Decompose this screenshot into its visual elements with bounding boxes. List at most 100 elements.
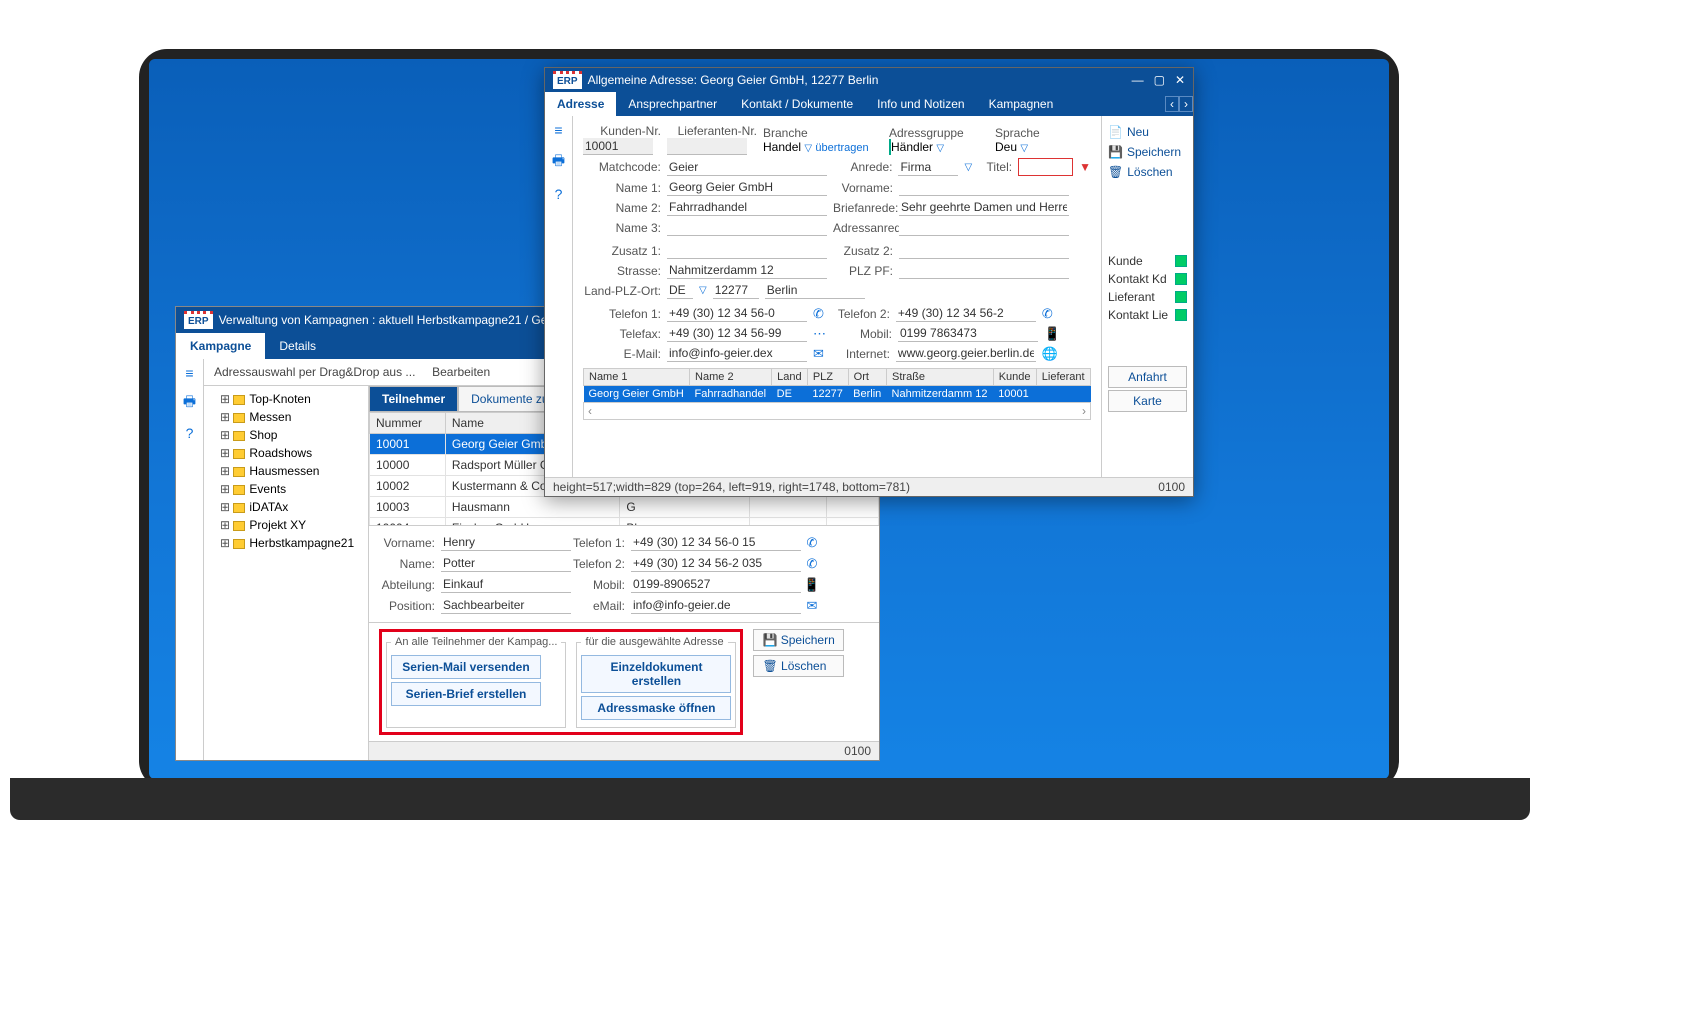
serien-brief-button[interactable]: Serien-Brief erstellen <box>391 682 541 706</box>
briefanrede-field[interactable] <box>899 199 1069 216</box>
tab-adresse[interactable]: Adresse <box>545 92 616 116</box>
minimize-icon[interactable]: — <box>1132 73 1144 87</box>
mail-icon[interactable]: ✉ <box>801 598 823 614</box>
help-icon[interactable]: ? <box>555 186 563 202</box>
print-icon[interactable]: 🖶 <box>183 391 196 415</box>
zusatz2-field[interactable] <box>899 242 1069 259</box>
close-icon[interactable]: ✕ <box>1175 73 1185 87</box>
kundennr-field[interactable] <box>583 138 653 155</box>
col-nummer[interactable]: Nummer <box>370 413 446 434</box>
tree-item[interactable]: Projekt XY <box>208 516 364 534</box>
dropdown-icon[interactable]: ▽ <box>936 143 944 154</box>
scroll-right-icon[interactable]: › <box>1082 404 1086 418</box>
vorname-field[interactable] <box>441 534 571 551</box>
menu-bearbeiten[interactable]: Bearbeiten <box>432 365 490 379</box>
mobile-icon[interactable]: 📱 <box>1044 326 1060 342</box>
name3-field[interactable] <box>667 219 827 236</box>
speichern-button[interactable]: 💾 Speichern <box>753 629 843 651</box>
zusatz1-field[interactable] <box>667 242 827 259</box>
tree-item[interactable]: Shop <box>208 426 364 444</box>
adressanrede-field[interactable] <box>899 219 1069 236</box>
email-field[interactable] <box>667 345 807 362</box>
anfahrt-button[interactable]: Anfahrt <box>1108 366 1187 388</box>
position-field[interactable] <box>441 597 571 614</box>
tab-kontakt[interactable]: Kontakt / Dokumente <box>729 92 865 116</box>
phone-icon[interactable]: ✆ <box>801 556 823 572</box>
phone-icon[interactable]: ✆ <box>801 535 823 551</box>
subtab-teilnehmer[interactable]: Teilnehmer <box>369 386 458 412</box>
address-related-grid[interactable]: Name 1Name 2LandPLZOrtStraßeKundeLiefera… <box>583 368 1091 420</box>
mobil-field[interactable] <box>898 325 1038 342</box>
ort-field[interactable] <box>765 282 865 299</box>
matchcode-field[interactable] <box>667 159 827 176</box>
karte-button[interactable]: Karte <box>1108 390 1187 412</box>
tab-scroll-left-icon[interactable]: ‹ <box>1165 96 1179 112</box>
lieferantennr-field[interactable] <box>667 138 747 155</box>
abteilung-field[interactable] <box>441 576 571 593</box>
menu-icon[interactable]: ≡ <box>185 365 193 381</box>
more-icon[interactable]: ⋯ <box>813 326 826 342</box>
print-icon[interactable]: 🖶 <box>552 150 565 174</box>
kunde-checkbox[interactable] <box>1175 255 1187 267</box>
table-row[interactable]: Georg Geier GmbHFahrradhandelDE12277Berl… <box>584 386 1091 403</box>
serien-mail-button[interactable]: Serien-Mail versenden <box>391 655 541 679</box>
tree-item[interactable]: Top-Knoten <box>208 390 364 408</box>
phone-icon[interactable]: ✆ <box>1042 306 1053 322</box>
dropdown-icon[interactable]: ▽ <box>804 143 812 154</box>
menu-adressauswahl[interactable]: Adressauswahl per Drag&Drop aus ... <box>214 365 415 379</box>
name-field[interactable] <box>441 555 571 572</box>
scroll-left-icon[interactable]: ‹ <box>588 404 592 418</box>
adressmaske-button[interactable]: Adressmaske öffnen <box>581 696 731 720</box>
loeschen-button[interactable]: 🗑 Löschen <box>753 655 843 677</box>
internet-field[interactable] <box>896 345 1036 362</box>
tel1-field[interactable] <box>631 534 801 551</box>
email-field[interactable] <box>631 597 801 614</box>
tree-item[interactable]: Roadshows <box>208 444 364 462</box>
speichern-button[interactable]: 💾 Speichern <box>1108 142 1187 162</box>
mail-icon[interactable]: ✉ <box>813 346 824 362</box>
table-row[interactable]: 10003HausmannG <box>370 497 879 518</box>
tree-item[interactable]: Hausmessen <box>208 462 364 480</box>
name2-field[interactable] <box>667 199 827 216</box>
plz-field[interactable] <box>713 282 759 299</box>
mobil-field[interactable] <box>631 576 801 593</box>
neu-button[interactable]: 📄 Neu <box>1108 122 1187 142</box>
help-icon[interactable]: ? <box>186 425 194 441</box>
tree-item[interactable]: Herbstkampagne21 <box>208 534 364 552</box>
lieferant-checkbox[interactable] <box>1175 291 1187 303</box>
tree-item[interactable]: Messen <box>208 408 364 426</box>
telefon1-field[interactable] <box>667 305 807 322</box>
kontakt-kd-checkbox[interactable] <box>1175 273 1187 285</box>
tab-kampagne[interactable]: Kampagne <box>176 333 265 359</box>
land-field[interactable] <box>667 282 693 299</box>
dropdown-icon[interactable]: ▽ <box>1020 143 1028 154</box>
anrede-field[interactable] <box>898 159 958 176</box>
mobile-icon[interactable]: 📱 <box>801 577 823 593</box>
tab-details[interactable]: Details <box>265 333 330 359</box>
dropdown-icon[interactable]: ▼ <box>1079 160 1091 174</box>
maximize-icon[interactable]: ▢ <box>1154 73 1165 87</box>
vorname-field[interactable] <box>899 179 1069 196</box>
titel-field[interactable] <box>1018 158 1073 176</box>
tree-item[interactable]: iDATAx <box>208 498 364 516</box>
plzpf-field[interactable] <box>899 262 1069 279</box>
telefax-field[interactable] <box>667 325 807 342</box>
tel2-field[interactable] <box>631 555 801 572</box>
dropdown-icon[interactable]: ▽ <box>699 285 707 296</box>
kontakt-lie-checkbox[interactable] <box>1175 309 1187 321</box>
tab-kampagnen[interactable]: Kampagnen <box>977 92 1066 116</box>
menu-icon[interactable]: ≡ <box>554 122 562 138</box>
einzeldokument-button[interactable]: Einzeldokument erstellen <box>581 655 731 693</box>
address-titlebar[interactable]: ERP Allgemeine Adresse: Georg Geier GmbH… <box>545 68 1193 92</box>
tab-ansprechpartner[interactable]: Ansprechpartner <box>616 92 729 116</box>
strasse-field[interactable] <box>667 262 827 279</box>
table-row[interactable]: 10004Fischer GmbHBl <box>370 518 879 526</box>
tab-info[interactable]: Info und Notizen <box>865 92 976 116</box>
telefon2-field[interactable] <box>896 305 1036 322</box>
tree-item[interactable]: Events <box>208 480 364 498</box>
globe-icon[interactable]: 🌐 <box>1042 346 1058 362</box>
tab-scroll-right-icon[interactable]: › <box>1179 96 1193 112</box>
phone-icon[interactable]: ✆ <box>813 306 824 322</box>
loeschen-button[interactable]: 🗑 Löschen <box>1108 162 1187 182</box>
dropdown-icon[interactable]: ▽ <box>964 162 972 173</box>
